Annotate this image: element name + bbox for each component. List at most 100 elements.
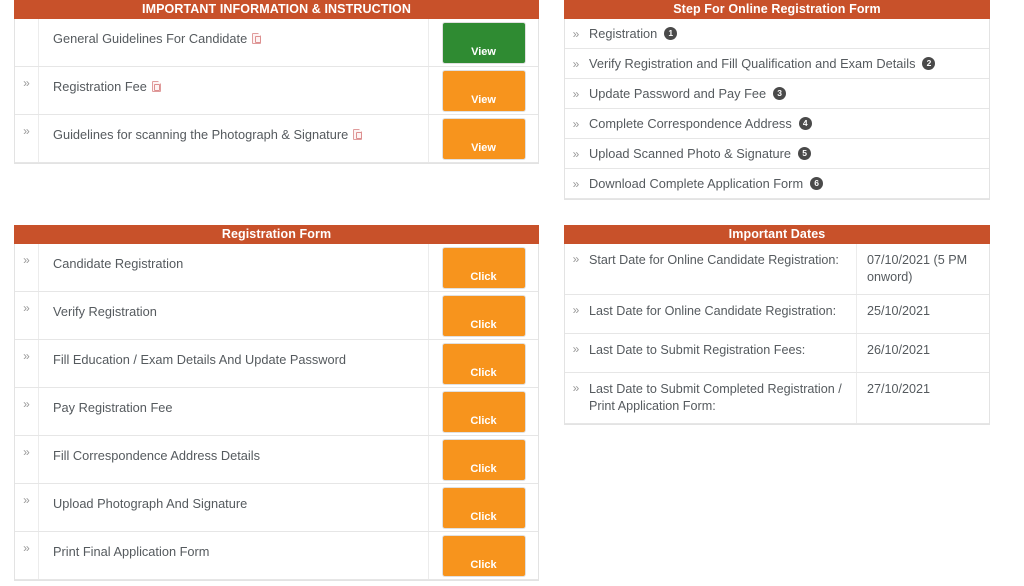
click-button[interactable]: Click xyxy=(442,343,525,384)
row-marker-icon: » xyxy=(15,388,39,435)
row-marker-icon: » xyxy=(572,303,580,317)
action-cell: Click xyxy=(428,388,538,435)
click-button[interactable]: Click xyxy=(442,391,525,432)
table-row: » Guidelines for scanning the Photograph … xyxy=(15,115,538,163)
instruction-label-text: Registration Fee xyxy=(53,79,147,94)
step-label-text: Upload Scanned Photo & Signature xyxy=(589,146,792,161)
row-marker-icon: » xyxy=(15,244,39,291)
step-label-text: Download Complete Application Form xyxy=(589,176,804,191)
row-marker-icon: » xyxy=(572,56,580,71)
step-label-text: Verify Registration and Fill Qualificati… xyxy=(589,56,916,71)
view-button[interactable]: View xyxy=(442,70,525,111)
step-number-badge: 1 xyxy=(664,27,678,40)
table-row: » Print Final Application Form Click xyxy=(15,532,538,580)
click-button[interactable]: Click xyxy=(442,439,525,480)
click-button[interactable]: Click xyxy=(442,247,525,288)
step-label: Complete Correspondence Address 4 xyxy=(587,115,989,132)
registration-step-label: Print Final Application Form xyxy=(53,544,210,559)
registration-step-label: Verify Registration xyxy=(53,304,157,319)
action-cell: Click xyxy=(428,484,538,531)
important-date-label: Start Date for Online Candidate Registra… xyxy=(589,253,839,267)
important-date-value: 27/10/2021 xyxy=(856,373,989,423)
view-button[interactable]: View xyxy=(442,118,525,159)
step-number-badge: 3 xyxy=(773,87,787,100)
registration-step-label: Candidate Registration xyxy=(53,256,184,271)
important-date-label: Last Date to Submit Completed Registrati… xyxy=(589,382,842,413)
steps-row-list: » Registration 1 » Verify Registration and F… xyxy=(564,19,990,200)
panel-registration-form: Registration Form » Candidate Registratio… xyxy=(14,225,539,581)
registration-step-label: Fill Correspondence Address Details xyxy=(53,448,260,463)
table-row: » Last Date to Submit Completed Registrat… xyxy=(565,373,989,424)
step-label: Registration 1 xyxy=(587,25,989,42)
instruction-label: General Guidelines For Candidate xyxy=(39,19,428,66)
important-date-label: Last Date for Online Candidate Registrat… xyxy=(589,304,837,318)
table-row: » Fill Education / Exam Details And Updat… xyxy=(15,340,538,388)
registration-step-label: Upload Photograph And Signature xyxy=(53,496,248,511)
important-date-value: 25/10/2021 xyxy=(856,295,989,333)
click-button[interactable]: Click xyxy=(442,295,525,336)
row-marker-icon: » xyxy=(572,116,580,131)
table-row: » Registration 1 xyxy=(565,19,989,49)
step-label-text: Update Password and Pay Fee xyxy=(589,86,767,101)
view-button[interactable]: View xyxy=(442,22,525,63)
page-root: IMPORTANT INFORMATION & INSTRUCTION » Gen… xyxy=(0,0,1024,586)
row-marker-icon: » xyxy=(572,176,580,191)
step-label: Download Complete Application Form 6 xyxy=(587,175,989,192)
table-row: » Verify Registration Click xyxy=(15,292,538,340)
important-date-value: 26/10/2021 xyxy=(856,334,989,372)
table-row: » Update Password and Pay Fee 3 xyxy=(565,79,989,109)
instruction-label-text: General Guidelines For Candidate xyxy=(53,31,248,46)
panel-title-steps: Step For Online Registration Form xyxy=(564,0,990,19)
panel-title-registration-form: Registration Form xyxy=(14,225,539,244)
pdf-document-icon[interactable] xyxy=(252,33,262,44)
panel-title-important-information: IMPORTANT INFORMATION & INSTRUCTION xyxy=(14,0,539,19)
row-marker-icon: » xyxy=(15,115,39,162)
table-row: » Last Date to Submit Registration Fees: 2… xyxy=(565,334,989,373)
pdf-document-icon[interactable] xyxy=(151,81,161,92)
step-number-badge: 5 xyxy=(798,147,812,160)
row-marker-icon: » xyxy=(572,86,580,101)
step-label: Update Password and Pay Fee 3 xyxy=(587,85,989,102)
table-row: » General Guidelines For Candidate View xyxy=(15,19,538,67)
table-row: » Complete Correspondence Address 4 xyxy=(565,109,989,139)
table-row: » Pay Registration Fee Click xyxy=(15,388,538,436)
instructions-row-list: » General Guidelines For Candidate View » Re… xyxy=(14,19,539,164)
table-row: » Candidate Registration Click xyxy=(15,244,538,292)
row-marker-icon: » xyxy=(15,67,39,114)
table-row: » Download Complete Application Form 6 xyxy=(565,169,989,199)
registration-step-label: Pay Registration Fee xyxy=(53,400,173,415)
step-label: Verify Registration and Fill Qualificati… xyxy=(587,55,989,72)
step-number-badge: 2 xyxy=(922,57,936,70)
table-row: » Last Date for Online Candidate Registra… xyxy=(565,295,989,334)
table-row: » Verify Registration and Fill Qualificat… xyxy=(565,49,989,79)
table-row: » Upload Scanned Photo & Signature 5 xyxy=(565,139,989,169)
panel-important-dates: Important Dates » Start Date for Online C… xyxy=(564,225,990,425)
registration-step-label: Fill Education / Exam Details And Update… xyxy=(53,352,347,367)
pdf-document-icon[interactable] xyxy=(353,129,363,140)
panel-important-information: IMPORTANT INFORMATION & INSTRUCTION » Gen… xyxy=(14,0,539,164)
row-marker-icon: » xyxy=(572,252,580,266)
row-marker-icon: » xyxy=(15,436,39,483)
click-button[interactable]: Click xyxy=(442,487,525,528)
row-marker-icon: » xyxy=(15,340,39,387)
important-dates-row-list: » Start Date for Online Candidate Registr… xyxy=(564,244,990,425)
action-cell: Click xyxy=(428,292,538,339)
step-label-text: Complete Correspondence Address xyxy=(589,116,792,131)
important-date-value: 07/10/2021 (5 PM onword) xyxy=(856,244,989,294)
instruction-label: Registration Fee xyxy=(39,67,428,114)
step-number-badge: 4 xyxy=(798,117,812,130)
panel-steps-for-online-registration: Step For Online Registration Form » Regis… xyxy=(564,0,990,200)
action-cell: View xyxy=(428,115,538,162)
instruction-label: Guidelines for scanning the Photograph &… xyxy=(39,115,428,162)
important-date-label: Last Date to Submit Registration Fees: xyxy=(589,343,806,357)
table-row: » Start Date for Online Candidate Registr… xyxy=(565,244,989,295)
registration-form-row-list: » Candidate Registration Click » Verify Regi… xyxy=(14,244,539,581)
action-cell: Click xyxy=(428,532,538,579)
step-label: Upload Scanned Photo & Signature 5 xyxy=(587,145,989,162)
action-cell: Click xyxy=(428,244,538,291)
row-marker-icon: » xyxy=(572,26,580,41)
click-button[interactable]: Click xyxy=(442,535,525,576)
row-marker-icon: » xyxy=(15,532,39,579)
row-marker-icon: » xyxy=(572,381,580,395)
table-row: » Upload Photograph And Signature Click xyxy=(15,484,538,532)
